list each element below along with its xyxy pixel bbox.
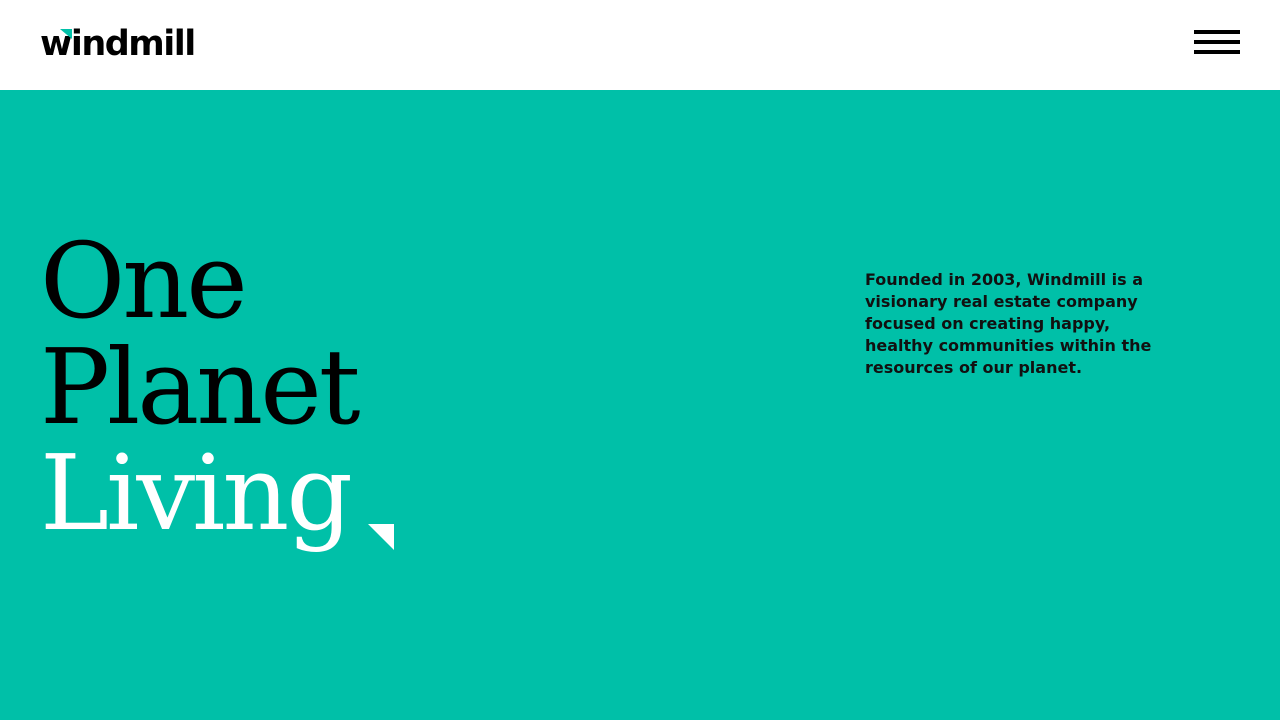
teal-triangle-icon bbox=[60, 29, 72, 39]
hero-title-line: One bbox=[40, 220, 248, 342]
hamburger-menu-icon bbox=[1194, 30, 1240, 34]
hero-title-line: Living bbox=[40, 432, 353, 554]
hero-section: One Planet Living Founded in 2003, Windm… bbox=[0, 90, 1280, 720]
windmill-logo[interactable]: windmill bbox=[40, 22, 196, 66]
hero-title-line: Planet bbox=[40, 326, 361, 448]
hero-description: Founded in 2003, Windmill is a visionary… bbox=[865, 270, 1152, 377]
site-header: windmill bbox=[0, 0, 1280, 90]
hero-title: One Planet Living bbox=[40, 220, 361, 554]
hamburger-menu-icon-bar bbox=[1194, 40, 1240, 44]
menu-button[interactable] bbox=[1190, 26, 1244, 60]
white-triangle-icon bbox=[368, 524, 394, 550]
hamburger-menu-icon-bar bbox=[1194, 50, 1240, 54]
